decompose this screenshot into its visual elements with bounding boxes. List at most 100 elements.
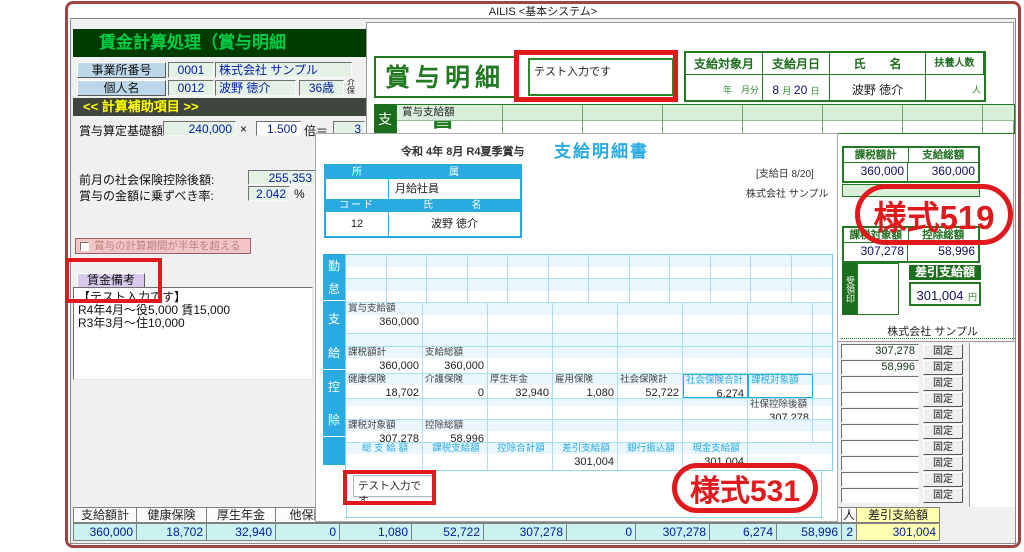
attendance-cell	[751, 255, 792, 278]
summary-cell: 控除合計額	[488, 443, 553, 470]
section-label-char: 怠	[328, 280, 340, 297]
fixed-value-field[interactable]: 307,278	[841, 344, 919, 359]
bonus-base-field[interactable]: 240,000	[163, 121, 236, 136]
prev-month-field[interactable]: 255,353	[248, 170, 316, 185]
grid-cell	[488, 399, 553, 419]
fixed-button[interactable]: 固定	[923, 488, 963, 503]
form519-stamp-area: 受領印	[842, 263, 899, 315]
summary-cell-label: 差引支給額	[553, 443, 617, 455]
grid-cell	[488, 347, 553, 373]
fixed-button[interactable]: 固定	[923, 472, 963, 487]
form531-grid: 賞与支給額360,000 課税額計360,000支給総額360,000健康保険18…	[345, 254, 833, 471]
form531-company: 株式会社 サンプル	[746, 185, 828, 200]
grid-cell	[748, 347, 813, 373]
form519-stamp-box	[857, 263, 899, 315]
grid-cell: 健康保険18,702	[346, 374, 423, 398]
grid-row: 社保控除後額307,278	[346, 399, 832, 420]
grid-cell: 社保控除後額307,278	[748, 399, 813, 419]
office-name-field[interactable]: 株式会社 サンプル	[215, 62, 352, 78]
form519-page-separator	[841, 338, 1015, 339]
grid-row: 課税額計360,000支給総額360,000	[346, 347, 832, 374]
attendance-cell	[508, 255, 549, 278]
attendance-cell	[387, 255, 428, 278]
grid-cell-value: 360,000	[346, 315, 422, 329]
grid-cell: 厚生年金32,940	[488, 374, 553, 398]
form519-title: 賞与明細書	[374, 56, 516, 98]
fixed-value-field[interactable]	[841, 472, 919, 487]
band-gridline	[822, 105, 823, 133]
office-number-field[interactable]: 0001	[168, 62, 214, 78]
main-window-title-bar: 賃金計算処理（賞与明細	[73, 29, 367, 57]
attendance-cell	[630, 255, 671, 278]
grid-cell-label: 課税額計	[346, 347, 422, 359]
attendance-cell	[549, 255, 590, 278]
fixed-value-field[interactable]	[841, 488, 919, 503]
attendance-cell	[711, 255, 752, 278]
fixed-value-field[interactable]	[841, 408, 919, 423]
fixed-value-field[interactable]	[841, 440, 919, 455]
form519-header-cell: 氏 名	[830, 53, 926, 75]
fixed-value-field[interactable]: 58,996	[841, 360, 919, 375]
grid-cell	[683, 399, 748, 419]
grid-cell: 課税額計360,000	[346, 347, 423, 373]
grid-cell	[618, 399, 683, 419]
unit-text: 人	[929, 83, 981, 96]
bottom-col-header: 支給額計	[73, 507, 137, 523]
grid-cell	[683, 420, 748, 442]
form531-pay-date: [支給日 8/20]	[756, 165, 814, 180]
grid-cell	[813, 347, 832, 373]
fixed-value-field[interactable]	[841, 392, 919, 407]
fixed-value-field[interactable]	[841, 456, 919, 471]
form519-net-label: 差引支給額	[909, 265, 981, 280]
band-gridline	[582, 105, 583, 133]
attendance-cell	[468, 279, 509, 302]
prev-month-label: 前月の社会保険控除後額:	[79, 171, 214, 188]
section-label-char: 控	[328, 378, 340, 395]
form519-pay-band: 賞与支給額	[396, 104, 1015, 134]
bottom-col-value: 58,996	[776, 523, 842, 541]
bottom-col-header: 健康保険	[136, 507, 207, 523]
summary-cell-value: 301,004	[553, 455, 617, 469]
fixed-button[interactable]: 固定	[923, 376, 963, 391]
attendance-cell	[508, 279, 549, 302]
form519-header-cell: 扶養人数	[926, 53, 984, 75]
multiplier-field[interactable]: 1.500	[256, 121, 301, 136]
person-name-label: 個人名	[77, 80, 166, 96]
fixed-button[interactable]: 固定	[923, 408, 963, 423]
grid-cell	[488, 334, 553, 346]
attendance-cell	[427, 255, 468, 278]
grid-cell	[553, 420, 618, 442]
band-gridline	[982, 105, 983, 133]
fixed-button[interactable]: 固定	[923, 392, 963, 407]
person-name-field[interactable]: 波野 徳介	[215, 80, 296, 96]
date-part: 日	[811, 86, 820, 96]
fixed-value-field[interactable]	[841, 424, 919, 439]
fixed-button[interactable]: 固定	[923, 360, 963, 375]
half-year-checkbox[interactable]	[80, 242, 89, 251]
bottom-col-value: 2	[841, 523, 857, 541]
grid-cell	[488, 420, 553, 442]
bottom-col-value: 6,274	[709, 523, 777, 541]
grid-cell-label: 賞与支給額	[346, 303, 422, 315]
fixed-button[interactable]: 固定	[923, 344, 963, 359]
section-label-payment: 支給	[323, 301, 345, 369]
fixed-button[interactable]: 固定	[923, 440, 963, 455]
half-year-checkbox-row[interactable]: 賞与の計算期間が半年を超える	[75, 238, 251, 254]
section-label-char: 勤	[328, 257, 340, 274]
name-header-left: 氏	[388, 199, 433, 212]
attendance-cell	[792, 255, 833, 278]
attendance-cell	[346, 279, 387, 302]
fixed-button[interactable]: 固定	[923, 456, 963, 471]
grid-cell-label: 控除総額	[423, 420, 487, 432]
person-number-field[interactable]: 0012	[168, 80, 214, 96]
fixed-button[interactable]: 固定	[923, 424, 963, 439]
date-part: 8	[772, 83, 782, 97]
fixed-value-field[interactable]	[841, 376, 919, 391]
screen: AILIS <基本システム> 賃金計算処理（賞与明細 事業所番号 0001 株式…	[0, 0, 1024, 552]
bottom-col-value: 18,702	[136, 523, 207, 541]
bottom-col-value: 0	[566, 523, 636, 541]
grid-cell-label: 支給総額	[423, 347, 487, 359]
attendance-cell	[711, 279, 752, 302]
attendance-cell	[387, 279, 428, 302]
rate-field[interactable]: 2.042	[248, 186, 290, 201]
